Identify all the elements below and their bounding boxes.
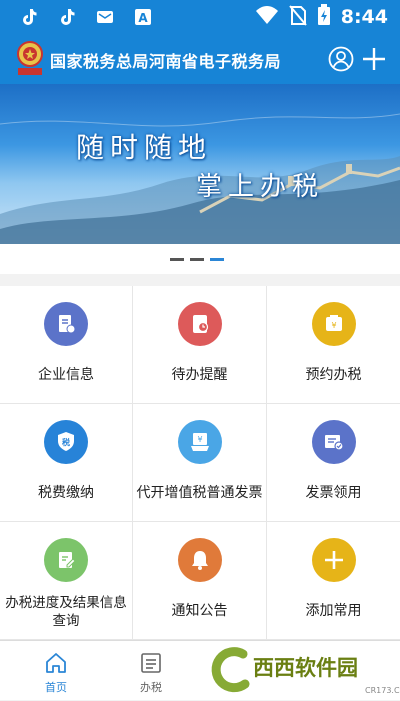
status-bar: A 8:44 bbox=[0, 0, 400, 36]
promo-banner[interactable]: 随时随地 掌上办税 bbox=[0, 84, 400, 244]
svg-text:A: A bbox=[138, 11, 148, 25]
grid-item-label: 发票领用 bbox=[305, 485, 362, 501]
svg-text:¥: ¥ bbox=[331, 321, 336, 330]
clock: 8:44 bbox=[340, 6, 388, 28]
a-icon: A bbox=[132, 6, 154, 28]
grid-item-label: 代开增值税普通发票 bbox=[136, 485, 263, 501]
no-sim-icon bbox=[288, 4, 307, 30]
nav-item-home[interactable]: 首页 bbox=[16, 641, 96, 701]
grid-item-add-favorite[interactable]: 添加常用 bbox=[267, 522, 400, 640]
add-button[interactable] bbox=[360, 45, 388, 73]
progress-query-icon bbox=[44, 538, 88, 582]
nav-item-label: 首页 bbox=[45, 681, 67, 694]
grid-item-label: 通知公告 bbox=[171, 603, 228, 619]
banner-headline: 随时随地 bbox=[76, 131, 213, 164]
carousel-dot-active[interactable] bbox=[210, 258, 224, 261]
user-profile-button[interactable] bbox=[328, 46, 354, 72]
grid-item-tax-payment[interactable]: 税 税费缴纳 bbox=[0, 404, 133, 522]
tax-payment-icon: 税 bbox=[44, 420, 88, 464]
wifi-icon bbox=[255, 5, 279, 29]
reminder-icon bbox=[177, 302, 222, 346]
grid-item-label: 税费缴纳 bbox=[38, 485, 94, 501]
svg-text:¥: ¥ bbox=[197, 435, 202, 444]
company-info-icon bbox=[44, 302, 88, 346]
appointment-icon: ¥ bbox=[311, 302, 356, 346]
bell-icon bbox=[177, 538, 222, 582]
grid-item-label: 办税进度及结果信息查询 bbox=[5, 595, 127, 629]
grid-item-progress-query[interactable]: 办税进度及结果信息查询 bbox=[0, 522, 133, 640]
mail-icon bbox=[94, 6, 116, 28]
list-icon bbox=[141, 653, 161, 673]
grid-item-label: 添加常用 bbox=[305, 603, 362, 619]
carousel-dot[interactable] bbox=[170, 258, 184, 261]
battery-charging-icon bbox=[317, 4, 331, 30]
carousel-indicator bbox=[170, 258, 224, 261]
invoice-receive-icon bbox=[311, 420, 356, 464]
svg-text:税: 税 bbox=[62, 437, 70, 447]
nav-item-label: 办税 bbox=[140, 681, 162, 694]
app-header: 国家税务总局河南省电子税务局 bbox=[0, 36, 400, 84]
grid-item-label: 预约办税 bbox=[305, 367, 362, 383]
plus-icon bbox=[363, 48, 385, 70]
tax-emblem-icon bbox=[14, 40, 46, 76]
grid-item-notices[interactable]: 通知公告 bbox=[133, 522, 267, 640]
grid-item-invoice-receive[interactable]: 发票领用 bbox=[267, 404, 400, 522]
user-icon bbox=[328, 46, 354, 72]
tiktok-icon bbox=[56, 6, 78, 28]
banner-subheadline: 掌上办税 bbox=[196, 172, 325, 202]
watermark-logo: 西西软件园 CR173.COM bbox=[205, 640, 400, 700]
function-grid: 企业信息 待办提醒 ¥ 预约办税 税 税费缴纳 ¥ 代开增值税普通发票 发票领用 bbox=[0, 286, 400, 640]
grid-item-appointment[interactable]: ¥ 预约办税 bbox=[267, 286, 400, 404]
app-title: 国家税务总局河南省电子税务局 bbox=[50, 52, 282, 71]
carousel-dot[interactable] bbox=[190, 258, 204, 261]
banner-indicator-area bbox=[0, 244, 400, 274]
tiktok-icon bbox=[18, 6, 40, 28]
invoice-issue-icon: ¥ bbox=[177, 420, 222, 464]
plus-icon bbox=[311, 538, 356, 582]
grid-item-label: 待办提醒 bbox=[171, 367, 228, 383]
grid-item-label: 企业信息 bbox=[38, 367, 94, 383]
home-icon bbox=[46, 653, 66, 673]
grid-item-invoice-issue[interactable]: ¥ 代开增值税普通发票 bbox=[133, 404, 267, 522]
watermark-text: 西西软件园 bbox=[253, 656, 358, 680]
grid-item-reminder[interactable]: 待办提醒 bbox=[133, 286, 267, 404]
watermark-subtext: CR173.COM bbox=[365, 686, 400, 695]
nav-item-tax[interactable]: 办税 bbox=[111, 641, 191, 701]
grid-item-company-info[interactable]: 企业信息 bbox=[0, 286, 133, 404]
